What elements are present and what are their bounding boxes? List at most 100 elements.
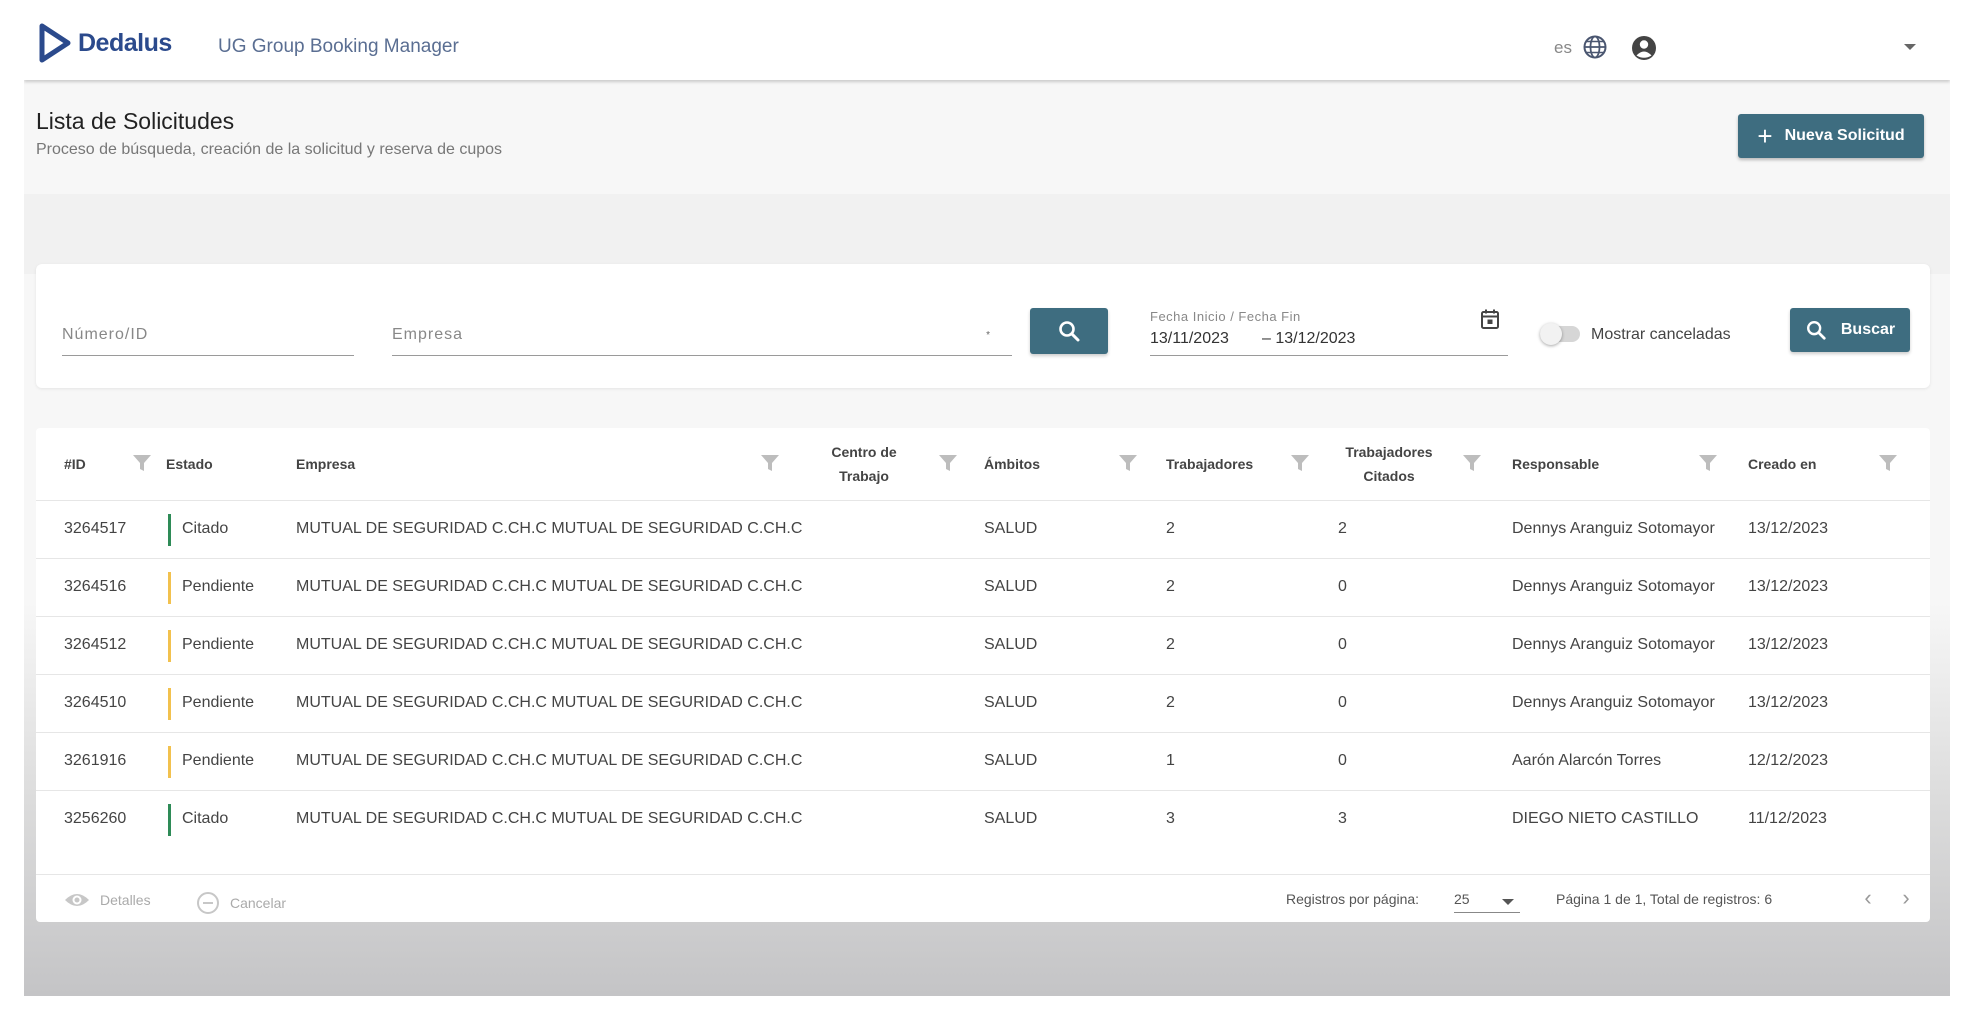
table-row[interactable]: 3261916 Pendiente MUTUAL DE SEGURIDAD C.… xyxy=(36,732,1930,790)
column-header-centro-de-trabajo[interactable]: Centro de Trabajo xyxy=(814,428,914,500)
cell-responsable: DIEGO NIETO CASTILLO xyxy=(1512,810,1699,827)
dedalus-logo-icon xyxy=(39,23,71,63)
calendar-icon[interactable] xyxy=(1480,308,1500,330)
numero-id-field[interactable] xyxy=(62,326,354,356)
cell-creado: 13/12/2023 xyxy=(1748,636,1829,653)
cell-citados: 2 xyxy=(1338,520,1347,537)
cell-ambitos: SALUD xyxy=(984,694,1038,711)
pagination-info: Página 1 de 1, Total de registros: 6 xyxy=(1556,891,1773,907)
numero-id-input[interactable] xyxy=(62,326,354,344)
plus-icon: + xyxy=(1757,121,1773,151)
cell-citados: 0 xyxy=(1338,578,1347,595)
status-indicator xyxy=(168,630,171,662)
cell-id: 3264517 xyxy=(64,520,127,537)
column-header-trabajadores-citados[interactable]: Trabajadores Citados xyxy=(1334,428,1444,500)
rows-per-page-value: 25 xyxy=(1454,891,1470,907)
empresa-search-button[interactable] xyxy=(1030,308,1108,354)
cell-responsable: Dennys Aranguiz Sotomayor xyxy=(1512,694,1715,711)
brand-logo[interactable]: Dedalus xyxy=(38,22,172,64)
date-range-field[interactable]: 13/11/2023 – 13/12/2023 xyxy=(1150,326,1508,356)
globe-icon[interactable] xyxy=(1582,34,1608,60)
column-header-estado[interactable]: Estado xyxy=(166,428,246,500)
search-icon xyxy=(1059,321,1080,342)
filter-icon[interactable] xyxy=(132,454,152,472)
show-cancelled-label: Mostrar canceladas xyxy=(1591,326,1731,343)
filter-icon[interactable] xyxy=(760,454,780,472)
cell-estado: Citado xyxy=(182,520,229,537)
app-title: UG Group Booking Manager xyxy=(218,36,459,57)
filter-icon[interactable] xyxy=(1462,454,1482,472)
cell-trabajadores: 2 xyxy=(1166,578,1175,595)
top-bar: Dedalus UG Group Booking Manager es xyxy=(24,14,1950,80)
user-menu-chevron-down-icon[interactable] xyxy=(1904,44,1916,50)
details-label: Detalles xyxy=(100,892,151,908)
cell-ambitos: SALUD xyxy=(984,636,1038,653)
column-header-empresa[interactable]: Empresa xyxy=(296,428,496,500)
cell-trabajadores: 2 xyxy=(1166,694,1175,711)
cell-trabajadores: 1 xyxy=(1166,752,1175,769)
cell-ambitos: SALUD xyxy=(984,752,1038,769)
cell-id: 3264516 xyxy=(64,578,127,595)
cancel-button[interactable]: Cancelar xyxy=(196,891,286,915)
table-row[interactable]: 3264516 Pendiente MUTUAL DE SEGURIDAD C.… xyxy=(36,558,1930,616)
cell-estado: Pendiente xyxy=(182,636,255,653)
cell-creado: 11/12/2023 xyxy=(1748,810,1827,827)
filter-icon[interactable] xyxy=(938,454,958,472)
show-cancelled-toggle[interactable] xyxy=(1540,323,1580,345)
table-row[interactable]: 3256260 Citado MUTUAL DE SEGURIDAD C.CH.… xyxy=(36,790,1930,848)
brand-name: Dedalus xyxy=(78,28,172,57)
search-button[interactable]: Buscar xyxy=(1790,308,1910,352)
status-indicator xyxy=(168,514,171,546)
date-start[interactable]: 13/11/2023 xyxy=(1150,330,1229,348)
status-indicator xyxy=(168,688,171,720)
requests-table: #ID Estado Empresa Centro de Trabajo Ámb… xyxy=(36,428,1930,922)
search-icon xyxy=(1806,321,1826,340)
date-end[interactable]: – 13/12/2023 xyxy=(1262,330,1355,348)
cell-id: 3256260 xyxy=(64,810,127,827)
cell-id: 3264512 xyxy=(64,636,127,653)
column-header-id[interactable]: #ID xyxy=(64,428,124,500)
cell-estado: Citado xyxy=(182,810,229,827)
table-row[interactable]: 3264512 Pendiente MUTUAL DE SEGURIDAD C.… xyxy=(36,616,1930,674)
rows-per-page-label: Registros por página: xyxy=(1286,891,1420,907)
cancel-label: Cancelar xyxy=(230,895,287,911)
filter-panel: * Fecha Inicio / Fecha Fin 13/11/2023 – … xyxy=(36,264,1930,388)
cell-empresa: MUTUAL DE SEGURIDAD C.CH.C MUTUAL DE SEG… xyxy=(296,636,803,653)
cell-responsable: Dennys Aranguiz Sotomayor xyxy=(1512,520,1715,537)
table-row[interactable]: 3264510 Pendiente MUTUAL DE SEGURIDAD C.… xyxy=(36,674,1930,732)
status-indicator xyxy=(168,804,171,836)
language-code[interactable]: es xyxy=(1554,38,1572,58)
filter-icon[interactable] xyxy=(1118,454,1138,472)
column-header-creado-en[interactable]: Creado en xyxy=(1748,428,1848,500)
cell-trabajadores: 2 xyxy=(1166,520,1175,537)
table-footer: Detalles Cancelar Registros por página: … xyxy=(36,874,1930,922)
cell-id: 3261916 xyxy=(64,752,127,769)
header-strip xyxy=(24,194,1950,274)
cell-trabajadores: 3 xyxy=(1166,810,1175,827)
cell-estado: Pendiente xyxy=(182,578,255,595)
filter-icon[interactable] xyxy=(1698,454,1718,472)
cell-id: 3264510 xyxy=(64,694,127,711)
cell-trabajadores: 2 xyxy=(1166,636,1175,653)
column-header-responsable[interactable]: Responsable xyxy=(1512,428,1652,500)
details-button[interactable]: Detalles xyxy=(64,891,151,909)
chevron-down-icon xyxy=(1502,899,1514,905)
cell-creado: 13/12/2023 xyxy=(1748,694,1829,711)
filter-icon[interactable] xyxy=(1878,454,1898,472)
filter-icon[interactable] xyxy=(1290,454,1310,472)
cell-citados: 3 xyxy=(1338,810,1347,827)
cell-estado: Pendiente xyxy=(182,752,255,769)
empresa-input[interactable] xyxy=(392,326,1012,344)
empresa-field[interactable]: * xyxy=(392,326,1012,356)
next-page-chevron-right-icon[interactable]: › xyxy=(1894,887,1918,911)
cell-responsable: Dennys Aranguiz Sotomayor xyxy=(1512,636,1715,653)
new-request-button[interactable]: + Nueva Solicitud xyxy=(1738,114,1924,158)
user-account-icon[interactable] xyxy=(1630,34,1658,62)
column-header-ambitos[interactable]: Ámbitos xyxy=(984,428,1084,500)
column-header-trabajadores[interactable]: Trabajadores xyxy=(1166,428,1286,500)
table-row[interactable]: 3264517 Citado MUTUAL DE SEGURIDAD C.CH.… xyxy=(36,500,1930,558)
cell-empresa: MUTUAL DE SEGURIDAD C.CH.C MUTUAL DE SEG… xyxy=(296,752,803,769)
cell-creado: 12/12/2023 xyxy=(1748,752,1829,769)
rows-per-page-select[interactable]: 25 xyxy=(1454,885,1520,913)
prev-page-chevron-left-icon[interactable]: ‹ xyxy=(1856,887,1880,911)
